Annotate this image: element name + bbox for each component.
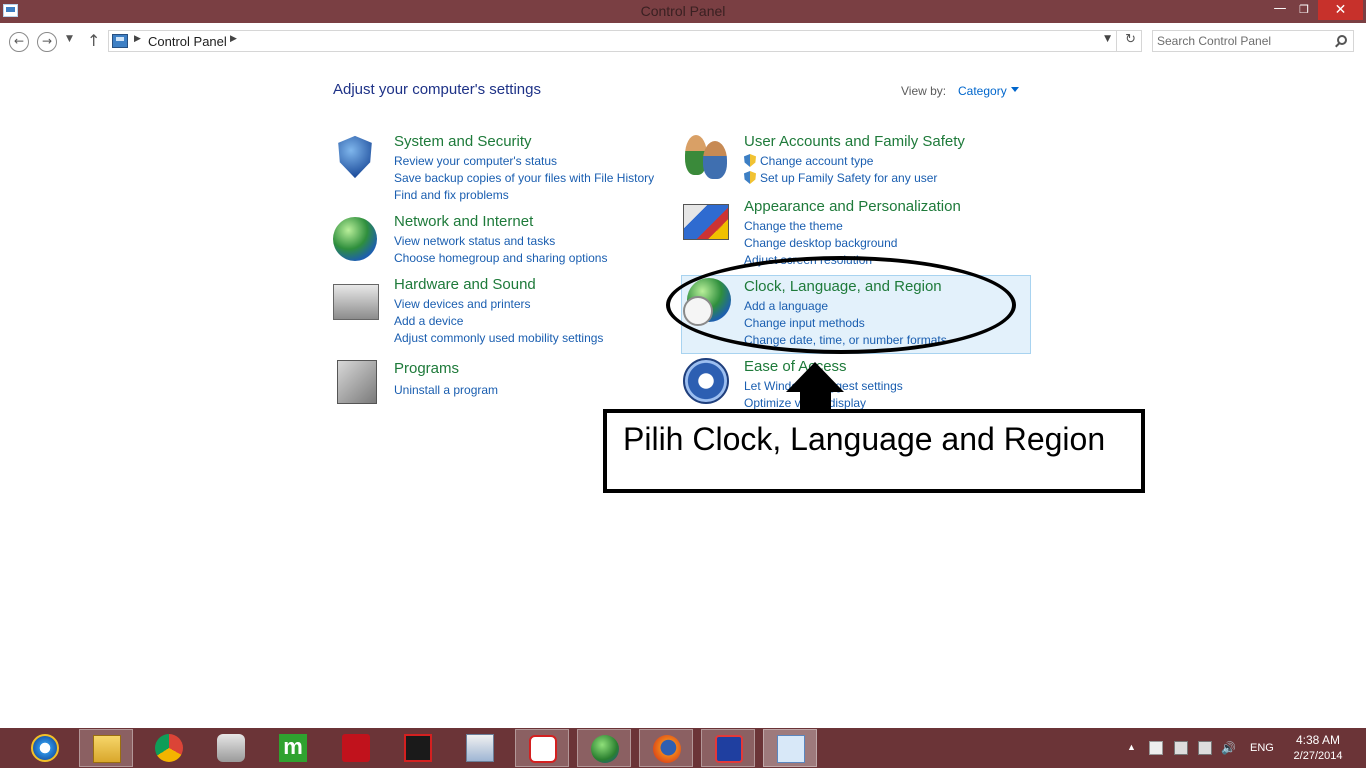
volume-icon[interactable]: 🔊 — [1221, 741, 1236, 755]
taskbar-red-app[interactable] — [391, 729, 445, 767]
up-button[interactable]: ↑ — [87, 31, 100, 50]
minimize-button[interactable]: — — [1268, 0, 1292, 20]
control-panel-window: Control Panel — ❐ ✕ ← → ▼ ↑ ▶ Control Pa… — [0, 0, 1366, 768]
users-icon[interactable] — [683, 133, 731, 179]
link-change-account-type[interactable]: Change account type — [744, 153, 937, 170]
appearance-icon[interactable] — [683, 204, 729, 240]
restore-button[interactable]: ❐ — [1292, 0, 1316, 20]
uac-shield-icon — [744, 171, 756, 184]
acrobat-icon — [342, 734, 370, 762]
link-label[interactable]: Change account type — [760, 154, 873, 168]
chrome-icon — [155, 734, 183, 762]
address-bar: ← → ▼ ↑ ▶ Control Panel ▶ ▼ ↻ — [0, 23, 1366, 59]
taskbar-acrobat[interactable] — [329, 729, 383, 767]
view-by-label: View by: — [901, 84, 947, 98]
link-mobility-settings[interactable]: Adjust commonly used mobility settings — [394, 330, 603, 347]
network-globe-icon[interactable] — [333, 217, 377, 261]
download-manager-icon — [591, 735, 619, 763]
link-review-status[interactable]: Review your computer's status — [394, 153, 654, 170]
path-box[interactable]: ▶ Control Panel ▶ ▼ ↻ — [108, 30, 1142, 52]
search-icon[interactable] — [1337, 35, 1347, 45]
control-panel-icon — [112, 34, 128, 48]
camera-app-icon — [217, 734, 245, 762]
file-explorer-icon — [93, 735, 121, 763]
security-shield-icon[interactable] — [338, 135, 372, 179]
link-find-fix-problems[interactable]: Find and fix problems — [394, 187, 654, 204]
taskbar-camera-app[interactable] — [204, 729, 258, 767]
annotation-arrow-icon — [786, 362, 844, 392]
taskbar: m ▲ 🔊 ENG 4:38 AM 2/27/2014 — [0, 728, 1366, 768]
link-add-device[interactable]: Add a device — [394, 313, 603, 330]
taskbar-firefox[interactable] — [639, 729, 693, 767]
link-desktop-background[interactable]: Change desktop background — [744, 235, 897, 252]
recent-locations-dropdown[interactable]: ▼ — [66, 34, 73, 44]
clock-date[interactable]: 2/27/2014 — [1290, 750, 1346, 768]
divider — [1116, 31, 1117, 51]
link-label[interactable]: Set up Family Safety for any user — [760, 171, 937, 185]
annotation-ellipse — [666, 256, 1016, 354]
red-app-icon — [404, 734, 432, 762]
breadcrumb-chevron-icon[interactable]: ▶ — [230, 34, 237, 44]
m-app-icon: m — [279, 734, 307, 762]
taskbar-monitor-app[interactable] — [453, 729, 507, 767]
taskbar-blue-app[interactable] — [701, 729, 755, 767]
link-file-history[interactable]: Save backup copies of your files with Fi… — [394, 170, 654, 187]
taskbar-chrome[interactable] — [142, 729, 196, 767]
page-title: Adjust your computer's settings — [333, 81, 541, 98]
power-icon[interactable] — [1174, 741, 1188, 755]
taskbar-internet-explorer[interactable] — [18, 729, 72, 767]
address-dropdown-icon[interactable]: ▼ — [1104, 34, 1111, 44]
programs-icon[interactable] — [337, 360, 377, 404]
category-title[interactable]: Programs — [394, 360, 459, 377]
category-title[interactable]: Appearance and Personalization — [744, 198, 961, 215]
annotation-text: Pilih Clock, Language and Region — [623, 421, 1106, 457]
action-center-flag-icon[interactable] — [1149, 741, 1163, 755]
show-hidden-icons-chevron-icon[interactable]: ▲ — [1127, 742, 1136, 768]
link-homegroup[interactable]: Choose homegroup and sharing options — [394, 250, 607, 267]
link-devices-printers[interactable]: View devices and printers — [394, 296, 603, 313]
language-indicator[interactable]: ENG — [1250, 742, 1274, 768]
internet-explorer-icon — [31, 734, 59, 762]
breadcrumb[interactable]: Control Panel — [148, 34, 227, 49]
category-title[interactable]: Network and Internet — [394, 213, 533, 230]
category-title[interactable]: System and Security — [394, 133, 532, 150]
refresh-icon[interactable]: ↻ — [1125, 32, 1136, 47]
taskbar-download-manager[interactable] — [577, 729, 631, 767]
firefox-icon — [653, 735, 681, 763]
view-by-dropdown[interactable]: Category — [958, 84, 1007, 98]
annotation-box: Pilih Clock, Language and Region — [603, 409, 1145, 493]
close-button[interactable]: ✕ — [1318, 0, 1363, 20]
link-uninstall-program[interactable]: Uninstall a program — [394, 382, 498, 399]
search-box[interactable] — [1152, 30, 1354, 52]
category-title[interactable]: Hardware and Sound — [394, 276, 536, 293]
search-input[interactable] — [1157, 33, 1327, 49]
link-family-safety[interactable]: Set up Family Safety for any user — [744, 170, 937, 187]
ease-of-access-icon[interactable] — [683, 358, 729, 404]
taskbar-m-app[interactable]: m — [266, 729, 320, 767]
printer-icon[interactable] — [333, 284, 379, 320]
forward-button[interactable]: → — [37, 32, 57, 52]
uac-shield-icon — [744, 154, 756, 167]
s-app-icon — [529, 735, 557, 763]
control-panel-icon — [777, 735, 805, 763]
category-title[interactable]: User Accounts and Family Safety — [744, 133, 965, 150]
window-title: Control Panel — [640, 3, 726, 19]
blue-app-icon — [715, 735, 743, 763]
breadcrumb-separator-icon[interactable]: ▶ — [134, 34, 141, 44]
back-button[interactable]: ← — [9, 32, 29, 52]
chevron-down-icon[interactable] — [1011, 87, 1019, 92]
network-icon[interactable] — [1198, 741, 1212, 755]
taskbar-s-app[interactable] — [515, 729, 569, 767]
monitor-app-icon — [466, 734, 494, 762]
link-change-theme[interactable]: Change the theme — [744, 218, 897, 235]
taskbar-control-panel[interactable] — [763, 729, 817, 767]
link-network-status[interactable]: View network status and tasks — [394, 233, 607, 250]
title-bar: Control Panel — ❐ ✕ — [0, 0, 1366, 23]
taskbar-file-explorer[interactable] — [79, 729, 133, 767]
